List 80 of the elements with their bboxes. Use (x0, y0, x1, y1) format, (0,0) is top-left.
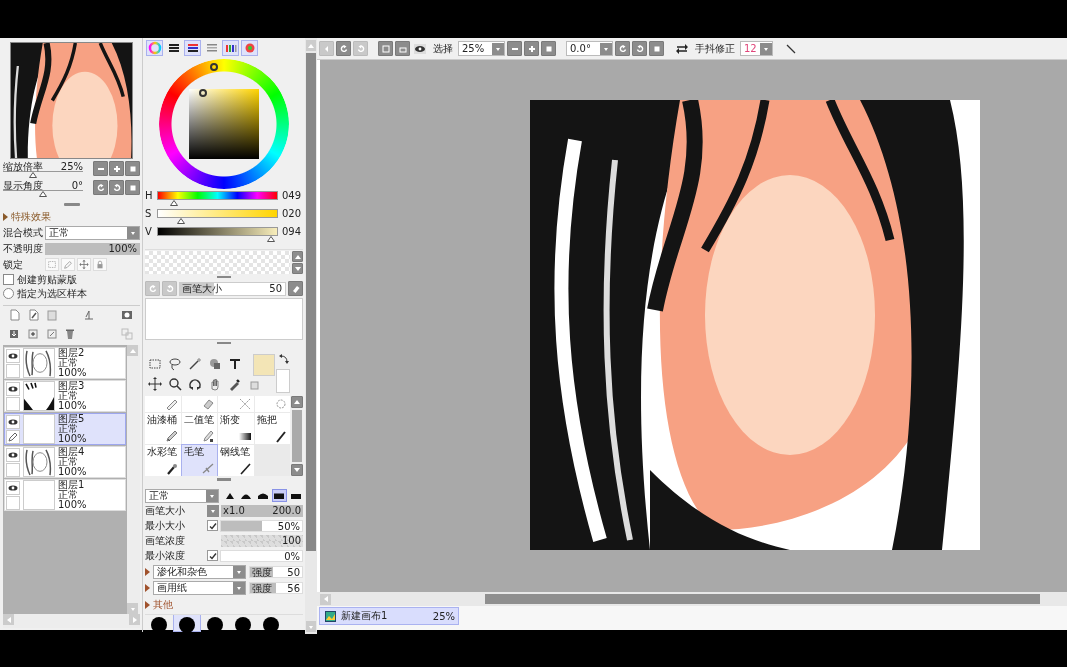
slider[interactable]: 0% (220, 549, 303, 562)
slider-value: 0° (71, 180, 83, 190)
slider-value: 25% (60, 161, 83, 171)
slider-value: 100 (281, 534, 301, 547)
brush-slot[interactable]: 水彩笔 (145, 445, 181, 477)
stabilizer-field[interactable]: 12 (740, 41, 773, 56)
brush-size-slider[interactable]: 画笔大小 50 (179, 281, 286, 296)
brush-slot[interactable]: 钢线笔 (218, 445, 254, 477)
setting-label: 画笔大小 (145, 503, 186, 518)
field-label: 不透明度 (3, 241, 44, 256)
layer-mode: 正常 (58, 424, 79, 434)
strength-slider[interactable]: 强度 56 (249, 581, 303, 594)
field-label: 混合模式 (3, 225, 44, 240)
density-slider[interactable]: 100 (221, 534, 303, 547)
layer-mode: 正常 (58, 457, 79, 467)
blend-mode-dropdown[interactable]: 正常 (45, 225, 140, 240)
toolbar-label: 手抖修正 (695, 41, 735, 56)
layer-opacity: 100% (58, 434, 87, 444)
setting-label: 画笔浓度 (145, 533, 186, 548)
strength-slider[interactable]: 强度 50 (249, 565, 303, 578)
layer-item[interactable]: 图层4 正常 100% (4, 446, 126, 478)
slider-label: 画笔大小 (182, 282, 222, 295)
layer-opacity: 100% (58, 467, 87, 477)
layer-name: 图层5 (58, 414, 86, 424)
brush-size-slider[interactable]: x1.0 200.0 (221, 504, 303, 517)
layer-opacity: 100% (58, 368, 87, 378)
layer-item[interactable]: 图层3 正常 100% (4, 380, 126, 412)
layer-opacity: 100% (58, 500, 87, 510)
layer-opacity: 100% (58, 401, 87, 411)
channel-label: H (145, 191, 153, 201)
slider-value: 0% (284, 550, 300, 563)
channel-label: V (145, 227, 153, 237)
slider[interactable]: 50% (220, 519, 303, 532)
brush-slot[interactable]: 拖把 (254, 413, 290, 445)
layer-item[interactable]: 图层2 正常 100% (4, 347, 126, 379)
layer-mode: 正常 (58, 358, 79, 368)
section-header[interactable]: 其他 (153, 597, 173, 612)
texture-dropdown[interactable]: 渗化和杂色 (153, 564, 246, 579)
channel-value: 020 (282, 209, 302, 219)
slider-label: 强度 (252, 566, 272, 579)
radio-label: 指定为选区样本 (17, 286, 87, 301)
angle-field[interactable]: 0.0° (566, 41, 613, 56)
channel-value: 094 (282, 227, 302, 237)
brush-slot[interactable]: 渐变 (218, 413, 254, 445)
brush-slot[interactable]: 二值笔 (181, 413, 217, 445)
toolbar-label: 选择 (433, 41, 453, 56)
layer-name: 图层3 (58, 381, 86, 391)
layer-name: 图层2 (58, 348, 86, 358)
slider-label: 强度 (252, 582, 272, 595)
layer-item[interactable]: 图层5 正常 100% (4, 413, 126, 445)
brush-slot[interactable]: 油漆桶 (145, 413, 181, 445)
channel-value: 049 (282, 191, 302, 201)
opacity-slider[interactable]: 100% (45, 242, 140, 255)
checkbox-label: 创建剪贴蒙版 (17, 272, 77, 287)
field-label: 锁定 (3, 257, 24, 272)
scale-factor: x1.0 (223, 504, 245, 517)
slider-value: 200.0 (272, 504, 301, 517)
channel-label: S (145, 209, 153, 219)
zoom-field[interactable]: 25% (458, 41, 505, 56)
slider-label: 显示角度 (3, 180, 43, 190)
setting-label: 最小大小 (145, 518, 186, 533)
canvas-tab[interactable]: 新建画布1 25% (319, 607, 459, 625)
layer-name: 图层1 (58, 480, 86, 490)
brush-slot[interactable]: 毛笔 (181, 445, 217, 477)
section-header[interactable]: 特殊效果 (11, 210, 51, 224)
layer-mode: 正常 (58, 490, 79, 500)
setting-label: 最小浓度 (145, 548, 186, 563)
layer-mode: 正常 (58, 391, 79, 401)
layer-name: 图层4 (58, 447, 86, 457)
slider-value: 100% (108, 242, 137, 255)
slider-value: 56 (287, 582, 300, 595)
tab-zoom: 25% (432, 610, 455, 622)
layer-item[interactable]: 图层1 正常 100% (4, 479, 126, 511)
slider-value: 50 (287, 566, 300, 579)
tab-title: 新建画布1 (341, 609, 388, 623)
slider-value: 50% (277, 520, 300, 533)
slider-value: 50 (269, 282, 282, 295)
texture-dropdown[interactable]: 画用纸 (153, 580, 246, 595)
slider-label: 缩放倍率 (3, 161, 43, 171)
blend-mode-dropdown[interactable]: 正常 (145, 488, 219, 503)
